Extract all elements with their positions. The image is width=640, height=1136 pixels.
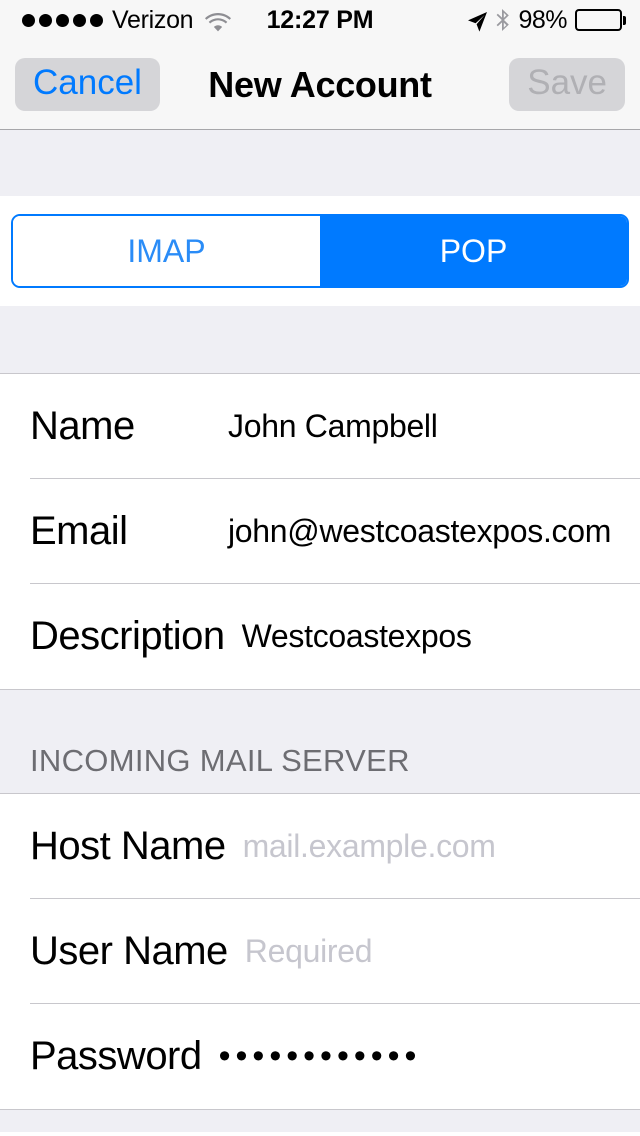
row-name[interactable]: Name John Campbell — [0, 374, 640, 479]
top-spacer — [0, 130, 640, 196]
row-host-name-label: Host Name — [30, 824, 226, 868]
row-password-label: Password — [30, 1034, 202, 1078]
incoming-mail-server-header: INCOMING MAIL SERVER — [0, 689, 640, 794]
incoming-mail-server-header-label: INCOMING MAIL SERVER — [30, 743, 410, 778]
row-description[interactable]: Description Westcoastexpos — [0, 584, 640, 689]
signal-strength-dots — [22, 13, 103, 27]
battery-icon — [575, 9, 626, 31]
status-bar-left: Verizon — [14, 5, 232, 35]
row-email[interactable]: Email john@westcoastexpos.com — [0, 479, 640, 584]
bluetooth-icon — [496, 9, 510, 31]
segmented-control[interactable]: IMAP POP — [11, 214, 629, 288]
incoming-mail-server-section: Host Name mail.example.com User Name Req… — [0, 794, 640, 1109]
status-bar: Verizon 12:27 PM 98% — [0, 0, 640, 40]
row-user-name-value[interactable]: Required — [245, 933, 373, 970]
wifi-icon — [205, 10, 232, 32]
segment-bottom-padding — [0, 288, 640, 306]
navigation-bar: Cancel New Account Save — [0, 40, 640, 130]
account-section: Name John Campbell Email john@westcoaste… — [0, 374, 640, 689]
bottom-spacer — [0, 1109, 640, 1132]
carrier-name: Verizon — [112, 5, 194, 34]
row-email-value[interactable]: john@westcoastexpos.com — [228, 513, 611, 550]
segment-imap[interactable]: IMAP — [13, 216, 320, 286]
row-password-value[interactable]: •••••••••••• — [219, 1037, 422, 1076]
row-description-value[interactable]: Westcoastexpos — [242, 618, 472, 655]
row-description-label: Description — [30, 614, 225, 658]
cancel-button[interactable]: Cancel — [15, 57, 160, 112]
row-user-name[interactable]: User Name Required — [0, 899, 640, 1004]
row-user-name-label: User Name — [30, 929, 228, 973]
location-arrow-icon — [467, 10, 488, 32]
row-name-label: Name — [30, 404, 135, 448]
row-host-name[interactable]: Host Name mail.example.com — [0, 794, 640, 899]
segmented-control-container: IMAP POP — [0, 214, 640, 288]
row-email-label: Email — [30, 509, 128, 553]
row-name-value[interactable]: John Campbell — [228, 408, 438, 445]
save-button[interactable]: Save — [509, 57, 625, 112]
segment-top-padding — [0, 196, 640, 214]
battery-percentage: 98% — [518, 5, 567, 34]
status-bar-right: 98% — [467, 6, 626, 35]
row-password[interactable]: Password •••••••••••• — [0, 1004, 640, 1109]
section-spacer-1 — [0, 306, 640, 374]
row-host-name-value[interactable]: mail.example.com — [243, 828, 496, 865]
segment-pop[interactable]: POP — [320, 216, 627, 286]
